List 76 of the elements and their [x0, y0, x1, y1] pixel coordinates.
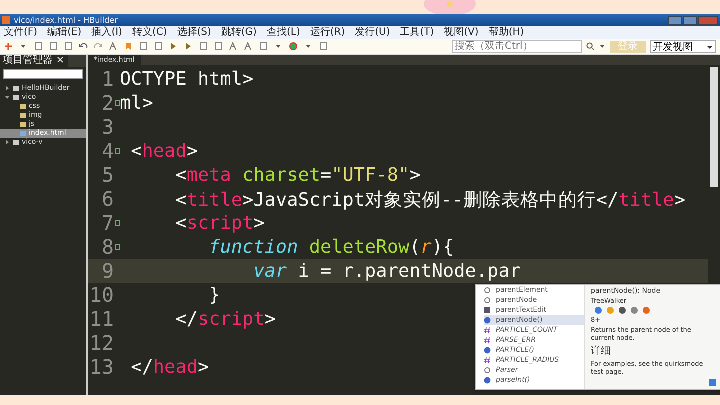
menu-item[interactable]: 编辑(E): [48, 26, 82, 38]
code-line: <head>: [130, 140, 198, 162]
minimize-button[interactable]: [668, 16, 682, 24]
document-icon[interactable]: [319, 42, 328, 51]
circle-icon: [484, 286, 491, 294]
hash-icon: [484, 326, 491, 334]
line-number: 12: [88, 331, 114, 355]
code-line: <title>JavaScript对象实例--删除表格中的行</title>: [174, 188, 686, 212]
menu-item[interactable]: 发行(U): [355, 26, 390, 38]
code-line: function deleteRow(r){: [208, 236, 454, 258]
text-icon[interactable]: [244, 42, 253, 51]
code-line: <meta charset="UTF-8">: [174, 164, 421, 186]
window-title: vico/index.html - HBuilder: [14, 16, 119, 24]
redo-icon[interactable]: [94, 42, 103, 51]
filter-field[interactable]: [3, 69, 83, 79]
fold-icon[interactable]: [115, 244, 120, 250]
menu-item[interactable]: 插入(I): [92, 26, 122, 38]
hash-icon: [484, 336, 491, 344]
search-field[interactable]: 搜索（双击Ctrl）: [452, 40, 582, 53]
undo-icon[interactable]: [79, 42, 88, 51]
code-line: </script>: [174, 308, 276, 330]
bookmark-icon[interactable]: [124, 42, 133, 51]
maximize-button[interactable]: [683, 16, 697, 24]
code-line: }: [208, 284, 220, 306]
menu-item[interactable]: 视图(V): [444, 26, 479, 38]
code-line: </head>: [130, 356, 210, 378]
close-button[interactable]: [698, 16, 718, 24]
line-number: 7: [100, 211, 114, 235]
line-number: 10: [88, 283, 114, 307]
line-number: 9: [100, 259, 114, 283]
circle-icon: [484, 366, 491, 374]
menu-item[interactable]: 运行(R): [310, 26, 346, 38]
line-number: 1: [100, 67, 114, 91]
panel-tab[interactable]: 项目管理器 ×: [0, 55, 68, 67]
menu-item[interactable]: 查找(L): [266, 26, 300, 38]
document-icon[interactable]: [259, 42, 268, 51]
line-number: 5: [100, 163, 114, 187]
caret-icon: [707, 44, 713, 50]
line-number: 2: [100, 91, 114, 115]
hash-icon: [484, 356, 491, 364]
view-dropdown[interactable]: 开发视图: [650, 40, 716, 53]
menu-item[interactable]: 帮助(H): [488, 26, 524, 38]
method-icon: [484, 376, 491, 384]
scrollbar[interactable]: [710, 67, 718, 187]
code-line: var i = r.parentNode.par: [252, 260, 521, 282]
circle-icon: [484, 296, 491, 304]
square-icon: [484, 306, 491, 314]
expander-icon[interactable]: [5, 95, 10, 100]
code-line: <script>: [174, 212, 265, 234]
menu-item[interactable]: 文件(F): [4, 26, 38, 38]
fold-icon[interactable]: [115, 148, 120, 154]
line-number: 4: [100, 139, 114, 163]
fold-icon[interactable]: [115, 100, 120, 106]
text-icon[interactable]: [229, 42, 238, 51]
menu-item[interactable]: 选择(S): [177, 26, 212, 38]
code-line: OCTYPE html>: [120, 68, 254, 90]
search-icon[interactable]: [586, 42, 595, 51]
app-logo-icon: [2, 16, 10, 24]
plus-icon[interactable]: [4, 42, 13, 51]
globe-icon[interactable]: [289, 42, 298, 51]
method-icon: [484, 346, 491, 354]
menu-item[interactable]: 工具(T): [400, 26, 434, 38]
expander-icon[interactable]: [5, 86, 10, 91]
text-icon[interactable]: [109, 42, 118, 51]
line-number: 6: [100, 187, 114, 211]
code-line: ml>: [120, 92, 154, 114]
detail-link[interactable]: 详细: [591, 344, 715, 358]
menu-item[interactable]: 转义(C): [132, 26, 168, 38]
method-icon: [484, 316, 491, 324]
fold-icon[interactable]: [115, 220, 120, 226]
line-number: 11: [88, 307, 114, 331]
menu-item[interactable]: 跳转(G): [221, 26, 257, 38]
line-number: 3: [100, 115, 114, 139]
expander-icon[interactable]: [5, 140, 10, 145]
line-number: 13: [88, 355, 114, 379]
line-number: 8: [100, 235, 114, 259]
